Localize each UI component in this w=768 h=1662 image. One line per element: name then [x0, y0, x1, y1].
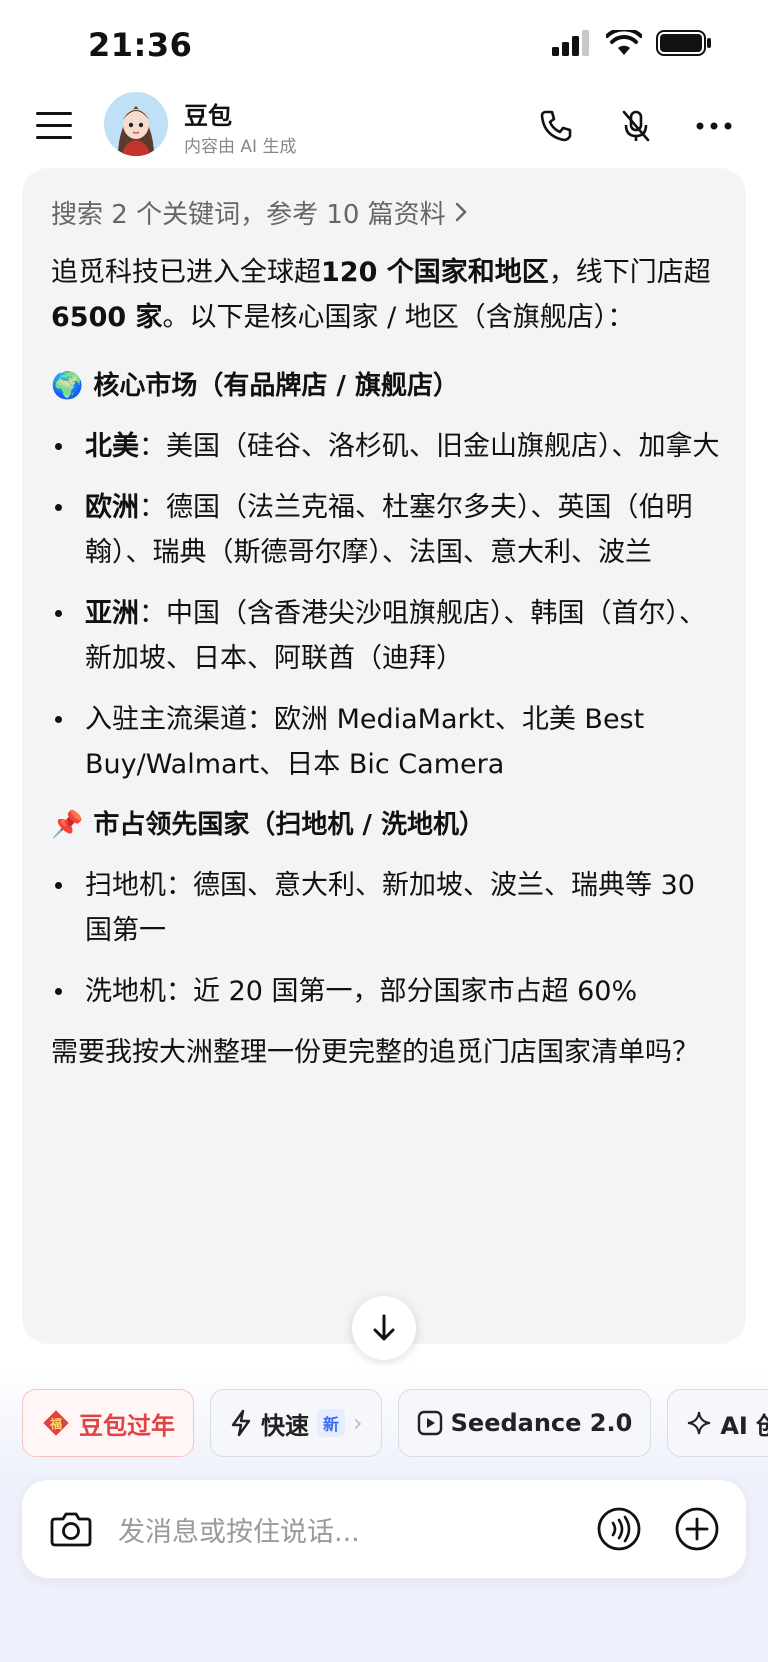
quick-action-chips: 福 豆包过年 快速 新 › Seedance 2.0 AI 创	[22, 1389, 768, 1457]
fu-icon: 福	[43, 1410, 69, 1436]
sparkle-icon	[688, 1411, 711, 1435]
status-bar: 21:36	[0, 0, 768, 90]
chip-seedance[interactable]: Seedance 2.0	[397, 1389, 652, 1457]
mic-off-icon[interactable]	[614, 104, 658, 148]
play-icon	[417, 1410, 442, 1436]
list-item: 亚洲：中国（含香港尖沙咀旗舰店）、韩国（首尔）、新加坡、日本、阿联酋（迪拜）	[51, 591, 721, 681]
chat-header: 豆包 内容由 AI 生成	[0, 90, 768, 168]
list-item: 欧洲：德国（法兰克福、杜塞尔多夫）、英国（伯明翰）、瑞典（斯德哥尔摩）、法国、意…	[51, 485, 721, 575]
signal-icon	[552, 30, 589, 56]
search-reference-text: 搜索 2 个关键词，参考 10 篇资料	[51, 199, 446, 230]
avatar[interactable]	[104, 92, 168, 156]
chip-label: Seedance 2.0	[450, 1409, 633, 1437]
chip-label: AI 创	[720, 1411, 768, 1440]
list-item-bold: 北美	[85, 431, 139, 462]
chip-fast[interactable]: 快速 新 ›	[210, 1389, 382, 1457]
status-time: 21:36	[88, 26, 193, 64]
search-reference-link[interactable]: 搜索 2 个关键词，参考 10 篇资料	[51, 190, 721, 234]
arrow-down-icon	[373, 1314, 395, 1341]
chip-label: 快速	[261, 1411, 309, 1440]
phone-icon[interactable]	[534, 104, 578, 148]
wifi-icon	[606, 30, 642, 55]
chevron-right-icon	[455, 202, 467, 222]
intro-paragraph: 追觅科技已进入全球超120 个国家和地区，线下门店超 6500 家。以下是核心国家…	[51, 250, 721, 340]
intro-bold-2: 6500 家	[51, 302, 163, 333]
voice-call-icon[interactable]	[594, 1504, 644, 1554]
list-item: 北美：美国（硅谷、洛杉矶、旧金山旗舰店）、加拿大	[51, 424, 721, 469]
chip-ai-create[interactable]: AI 创	[667, 1389, 768, 1457]
pushpin-icon: 📌	[51, 810, 84, 840]
list-item-text: ：德国（法兰克福、杜塞尔多夫）、英国（伯明翰）、瑞典（斯德哥尔摩）、法国、意大利…	[85, 492, 693, 568]
ai-message-card: 搜索 2 个关键词，参考 10 篇资料 追觅科技已进入全球超120 个国家和地区…	[22, 168, 746, 1344]
lightning-icon	[231, 1409, 251, 1437]
scroll-to-bottom-button[interactable]	[352, 1296, 416, 1360]
svg-text:福: 福	[49, 1416, 62, 1431]
chat-title: 豆包	[184, 102, 232, 130]
camera-icon[interactable]	[46, 1504, 96, 1554]
message-input-box[interactable]: 发消息或按住说话...	[22, 1480, 746, 1578]
section-heading-market-leaders: 📌 市占领先国家（扫地机 / 洗地机）	[51, 803, 721, 847]
section-title: 核心市场（有品牌店 / 旗舰店）	[93, 371, 459, 401]
more-icon[interactable]	[692, 104, 736, 148]
intro-bold-1: 120 个国家和地区	[321, 257, 549, 288]
core-markets-list: 北美：美国（硅谷、洛杉矶、旧金山旗舰店）、加拿大 欧洲：德国（法兰克福、杜塞尔多…	[51, 424, 721, 787]
list-item: 洗地机：近 20 国第一，部分国家市占超 60%	[51, 969, 721, 1014]
list-item-text: 扫地机：德国、意大利、新加坡、波兰、瑞典等 30 国第一	[85, 870, 695, 946]
avatar-image	[104, 92, 168, 156]
intro-text-2: ，线下门店超	[548, 257, 711, 288]
list-item-text: ：中国（含香港尖沙咀旗舰店）、韩国（首尔）、新加坡、日本、阿联酋（迪拜）	[85, 598, 706, 674]
list-item: 入驻主流渠道：欧洲 MediaMarkt、北美 Best Buy/Walmart…	[51, 697, 721, 787]
chip-label: 豆包过年	[79, 1411, 175, 1440]
add-icon[interactable]	[672, 1504, 722, 1554]
chat-subtitle: 内容由 AI 生成	[184, 137, 297, 157]
list-item-bold: 欧洲	[85, 492, 139, 523]
list-item-text: ：美国（硅谷、洛杉矶、旧金山旗舰店）、加拿大	[139, 431, 720, 462]
list-item-text: 洗地机：近 20 国第一，部分国家市占超 60%	[85, 976, 638, 1007]
list-item: 扫地机：德国、意大利、新加坡、波兰、瑞典等 30 国第一	[51, 863, 721, 953]
list-item-bold: 亚洲	[85, 598, 139, 629]
status-icons	[552, 30, 712, 56]
list-item-text: 入驻主流渠道：欧洲 MediaMarkt、北美 Best Buy/Walmart…	[85, 704, 645, 780]
message-input-placeholder: 发消息或按住说话...	[118, 1517, 360, 1548]
menu-icon[interactable]	[36, 112, 74, 142]
intro-text-1: 追觅科技已进入全球超	[51, 257, 321, 288]
closing-question: 需要我按大洲整理一份更完整的追觅门店国家清单吗？	[51, 1037, 699, 1068]
section-title: 市占领先国家（扫地机 / 洗地机）	[93, 810, 485, 840]
intro-text-3: 。以下是核心国家 / 地区（含旗舰店）：	[162, 302, 635, 333]
market-leaders-list: 扫地机：德国、意大利、新加坡、波兰、瑞典等 30 国第一 洗地机：近 20 国第…	[51, 863, 721, 1014]
chip-doubao-new-year[interactable]: 福 豆包过年	[22, 1389, 194, 1457]
battery-icon	[656, 30, 711, 56]
new-badge: 新	[317, 1409, 346, 1437]
chevron-right-icon: ›	[353, 1409, 363, 1437]
globe-icon: 🌍	[51, 371, 84, 401]
section-heading-core-markets: 🌍 核心市场（有品牌店 / 旗舰店）	[51, 364, 721, 408]
